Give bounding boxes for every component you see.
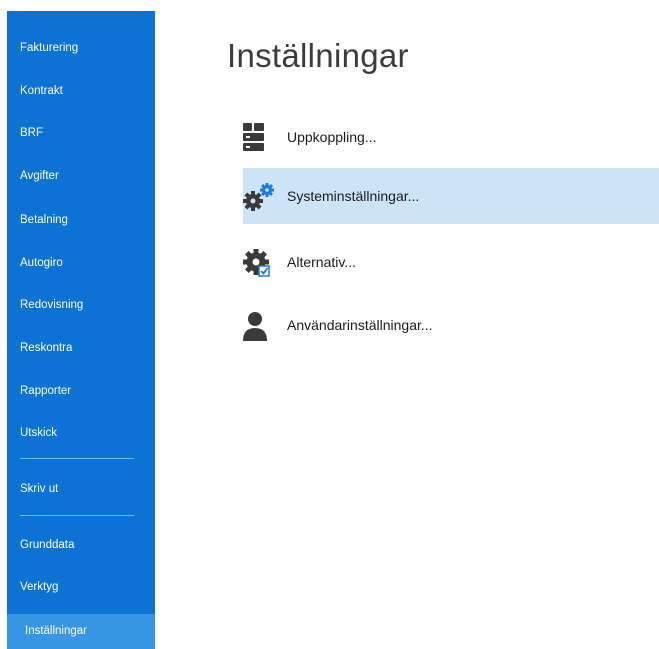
sidebar: Fakturering Kontrakt BRF Avgifter Betaln…: [7, 11, 155, 649]
server-icon: [243, 123, 275, 153]
sidebar-item-reskontra[interactable]: Reskontra: [7, 333, 155, 363]
sidebar-item-rapporter[interactable]: Rapporter: [7, 376, 155, 406]
option-label: Systeminställningar...: [287, 188, 420, 204]
page-title: Inställningar: [227, 37, 409, 74]
sidebar-item-utskick[interactable]: Utskick: [7, 418, 155, 448]
sidebar-item-autogiro[interactable]: Autogiro: [7, 248, 155, 278]
sidebar-item-grunddata[interactable]: Grunddata: [7, 530, 155, 560]
user-icon: [243, 311, 275, 341]
option-label: Användarinställningar...: [287, 317, 433, 333]
sidebar-item-betalning[interactable]: Betalning: [7, 205, 155, 235]
sidebar-item-fakturering[interactable]: Fakturering: [7, 33, 155, 63]
sidebar-item-redovisning[interactable]: Redovisning: [7, 290, 155, 320]
sidebar-item-avgifter[interactable]: Avgifter: [7, 161, 155, 191]
option-uppkoppling[interactable]: Uppkoppling...: [243, 109, 659, 165]
sidebar-item-brf[interactable]: BRF: [7, 118, 155, 148]
sidebar-item-installningar[interactable]: Inställningar: [7, 614, 155, 649]
option-systeminstallningar[interactable]: Systeminställningar...: [243, 168, 659, 224]
option-anvandarinstallningar[interactable]: Användarinställningar...: [243, 297, 659, 353]
sidebar-item-skriv-ut[interactable]: Skriv ut: [7, 474, 155, 504]
option-label: Alternativ...: [287, 254, 356, 270]
option-label: Uppkoppling...: [287, 129, 377, 145]
sidebar-item-kontrakt[interactable]: Kontrakt: [7, 76, 155, 106]
sidebar-divider: [20, 515, 134, 516]
gears-icon: [243, 182, 275, 212]
sidebar-item-verktyg[interactable]: Verktyg: [7, 572, 155, 602]
sidebar-divider: [20, 458, 134, 459]
option-alternativ[interactable]: Alternativ...: [243, 234, 659, 290]
gear-checkbox-icon: [243, 248, 275, 278]
